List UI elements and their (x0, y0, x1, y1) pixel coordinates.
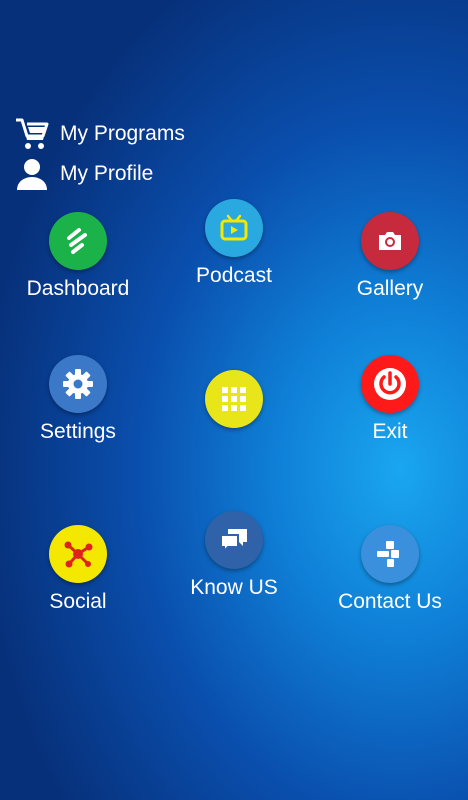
dashboard-icon (49, 212, 107, 270)
my-profile-label: My Profile (60, 162, 154, 185)
camera-icon (361, 212, 419, 270)
gear-icon (49, 355, 107, 413)
tile-podcast[interactable]: Podcast (159, 199, 309, 288)
tile-settings[interactable]: Settings (3, 355, 153, 444)
tile-know-us-label: Know US (190, 576, 278, 599)
share-icon (49, 525, 107, 583)
tile-podcast-label: Podcast (196, 264, 272, 287)
tile-settings-label: Settings (40, 420, 116, 443)
power-icon (361, 355, 419, 413)
cart-icon (14, 116, 50, 152)
tile-social[interactable]: Social (3, 525, 153, 614)
tile-know-us[interactable]: Know US (159, 511, 309, 600)
chat-icon (205, 511, 263, 569)
person-icon (14, 156, 50, 192)
tile-social-label: Social (49, 590, 107, 613)
tile-gallery[interactable]: Gallery (315, 212, 465, 301)
tile-exit[interactable]: Exit (315, 355, 465, 444)
phone-icon (361, 525, 419, 583)
tile-contact-us-label: Contact Us (338, 590, 442, 613)
tile-apps[interactable] (159, 370, 309, 435)
my-programs-label: My Programs (60, 122, 185, 145)
my-profile-item[interactable]: My Profile (14, 156, 153, 192)
tile-dashboard-label: Dashboard (26, 277, 130, 300)
tile-gallery-label: Gallery (356, 277, 424, 300)
tile-exit-label: Exit (372, 420, 408, 443)
grid-icon (205, 370, 263, 428)
tile-dashboard[interactable]: Dashboard (3, 212, 153, 301)
tile-contact-us[interactable]: Contact Us (315, 525, 465, 614)
my-programs-item[interactable]: My Programs (14, 116, 185, 152)
tv-icon (205, 199, 263, 257)
